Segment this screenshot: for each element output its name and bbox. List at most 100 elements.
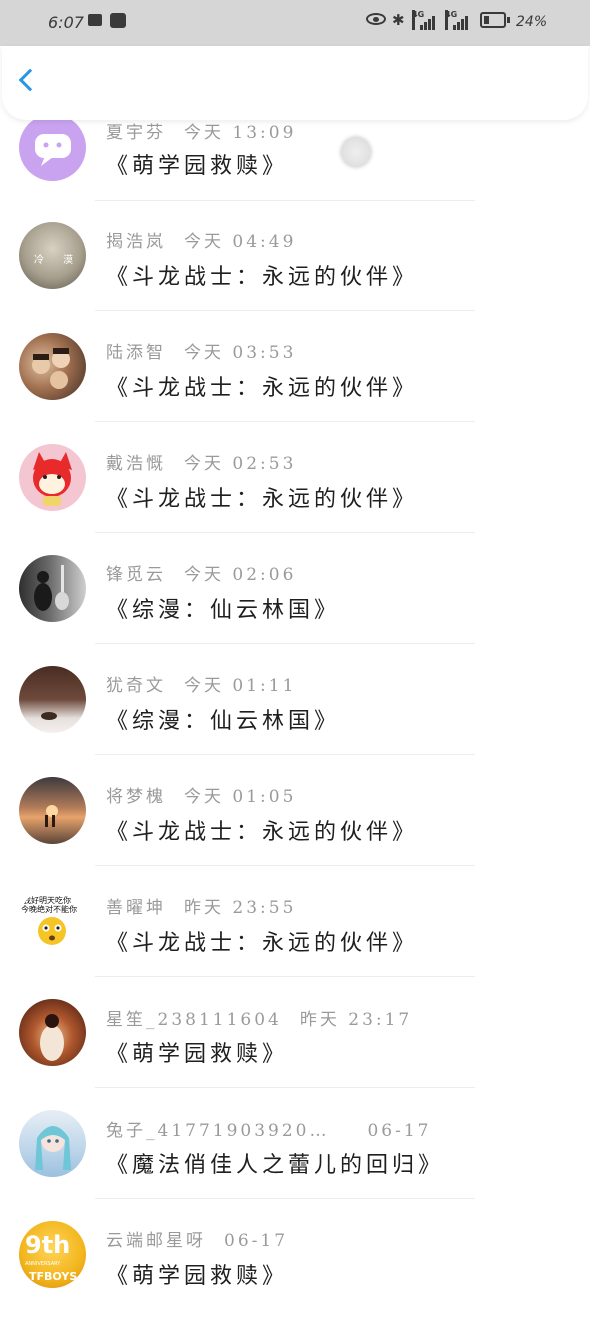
battery-percentage: 24% — [516, 14, 548, 30]
user-name[interactable]: 星笙_238111604 — [106, 1005, 282, 1030]
user-name[interactable]: 将梦槐 — [106, 782, 166, 807]
fox-cartoon-avatar — [33, 452, 72, 506]
divider — [95, 532, 475, 533]
story-title[interactable]: 《萌学园救赎》 — [106, 1258, 288, 1290]
eye-comfort-icon — [366, 13, 386, 25]
divider — [95, 310, 475, 311]
item-meta: 夏宇芬 今天 13:09 — [106, 118, 296, 143]
anime-girl-avatar — [35, 1126, 71, 1170]
avatar-caption: 冷 — [34, 255, 44, 266]
avatar-caption: TFBOYS — [29, 1270, 78, 1283]
divider — [95, 754, 475, 755]
avatar[interactable] — [19, 444, 86, 511]
story-title[interactable]: 《斗龙战士：永远的伙伴》 — [106, 925, 418, 957]
bluetooth-icon: ✱ — [392, 11, 405, 29]
user-name[interactable]: 善曜坤 — [106, 893, 166, 918]
guitar-photo — [34, 565, 69, 611]
avatar[interactable] — [19, 114, 86, 181]
timestamp: 06-17 — [367, 1121, 432, 1141]
sunset-couple-photo — [45, 805, 58, 827]
user-name[interactable]: 夏宇芬 — [106, 118, 166, 143]
list-item[interactable]: 夏宇芬 今天 13:09 《萌学园救赎》 — [0, 110, 590, 221]
signal-strength-icon: 4G — [445, 10, 469, 30]
avatar-caption: 漠 — [63, 255, 73, 266]
avatar-caption: 9th — [25, 1231, 71, 1259]
list-item[interactable]: 锋觅云 今天 02:06 《综漫：仙云林国》 — [0, 554, 590, 665]
candle-girl-photo — [40, 1014, 64, 1061]
avatar[interactable] — [19, 1110, 86, 1177]
timestamp: 今天 03:53 — [184, 343, 297, 363]
avatar[interactable]: 我好明天吃你 今晚绝对不能你 — [19, 888, 86, 955]
item-meta: 云端邮星呀 06-17 — [106, 1226, 288, 1251]
story-title[interactable]: 《萌学园救赎》 — [106, 1036, 288, 1068]
timestamp: 昨天 23:17 — [299, 1010, 413, 1030]
top-app-bar — [2, 46, 588, 120]
list-item[interactable]: 我好明天吃你 今晚绝对不能你 善曜坤 昨天 23:55 《斗龙战士：永远的伙伴》 — [0, 887, 590, 998]
floating-assistive-button[interactable] — [341, 137, 371, 167]
list-item[interactable]: 戴浩慨 今天 02:53 《斗龙战士：永远的伙伴》 — [0, 443, 590, 554]
divider — [95, 865, 475, 866]
avatar[interactable] — [19, 666, 86, 733]
message-notification-icon — [88, 14, 102, 26]
timestamp: 今天 02:06 — [184, 565, 297, 585]
status-time: 6:07 — [48, 13, 84, 32]
item-meta: 兔子_41771903920… 06-17 — [106, 1116, 432, 1141]
story-title[interactable]: 《萌学园救赎》 — [106, 148, 288, 180]
story-title[interactable]: 《综漫：仙云林国》 — [106, 592, 340, 624]
item-meta: 揭浩岚 今天 04:49 — [106, 227, 296, 252]
signal-strength-icon: 4G — [412, 10, 436, 30]
divider — [95, 976, 475, 977]
avatar[interactable] — [19, 777, 86, 844]
timestamp: 今天 01:05 — [184, 787, 297, 807]
user-name[interactable]: 锋觅云 — [106, 560, 166, 585]
item-meta: 星笙_238111604 昨天 23:17 — [106, 1005, 412, 1030]
story-title[interactable]: 《综漫：仙云林国》 — [106, 703, 340, 735]
list-item[interactable]: 陆添智 今天 03:53 《斗龙战士：永远的伙伴》 — [0, 332, 590, 443]
list-item[interactable]: 兔子_41771903920… 06-17 《魔法俏佳人之蕾儿的回归》 — [0, 1109, 590, 1220]
avatar-caption: ANNIVERSARY — [25, 1261, 61, 1267]
item-meta: 锋觅云 今天 02:06 — [106, 560, 296, 585]
list-item[interactable]: 星笙_238111604 昨天 23:17 《萌学园救赎》 — [0, 998, 590, 1109]
group-photo — [32, 348, 70, 389]
chevron-left-icon[interactable] — [18, 68, 42, 92]
timestamp: 今天 01:11 — [184, 676, 297, 696]
list-item[interactable]: 犹奇文 今天 01:11 《综漫：仙云林国》 — [0, 665, 590, 776]
story-title[interactable]: 《斗龙战士：永远的伙伴》 — [106, 259, 418, 291]
divider — [95, 421, 475, 422]
divider — [95, 1087, 475, 1088]
avatar[interactable]: 冷 漠 — [19, 222, 86, 289]
timestamp: 昨天 23:55 — [184, 898, 297, 918]
user-name[interactable]: 揭浩岚 — [106, 227, 166, 252]
network-type-label: 4G — [445, 10, 457, 30]
user-name[interactable]: 兔子_41771903920… — [106, 1116, 329, 1141]
avatar[interactable]: 9th ANNIVERSARY TFBOYS — [19, 1221, 86, 1288]
status-bar: 6:07 ✱ 4G 4G 24% — [0, 0, 590, 46]
list-item[interactable]: 将梦槐 今天 01:05 《斗龙战士：永远的伙伴》 — [0, 776, 590, 887]
item-meta: 善曜坤 昨天 23:55 — [106, 893, 296, 918]
divider — [95, 643, 475, 644]
story-title[interactable]: 《斗龙战士：永远的伙伴》 — [106, 814, 418, 846]
chat-bubble-icon — [35, 134, 71, 166]
story-title[interactable]: 《斗龙战士：永远的伙伴》 — [106, 481, 418, 513]
timestamp: 今天 02:53 — [184, 454, 297, 474]
user-name[interactable]: 陆添智 — [106, 338, 166, 363]
list-item[interactable]: 9th ANNIVERSARY TFBOYS 云端邮星呀 06-17 《萌学园救赎… — [0, 1220, 590, 1331]
network-type-label: 4G — [412, 10, 424, 30]
user-name[interactable]: 戴浩慨 — [106, 449, 166, 474]
avatar[interactable] — [19, 555, 86, 622]
divider — [95, 1198, 475, 1199]
item-meta: 犹奇文 今天 01:11 — [106, 671, 296, 696]
app-notification-icon — [110, 13, 126, 28]
story-title[interactable]: 《魔法俏佳人之蕾儿的回归》 — [106, 1147, 444, 1179]
battery-icon — [480, 12, 510, 28]
divider — [95, 200, 475, 201]
user-name[interactable]: 云端邮星呀 — [106, 1226, 206, 1251]
avatar[interactable] — [19, 333, 86, 400]
item-meta: 陆添智 今天 03:53 — [106, 338, 296, 363]
list-item[interactable]: 冷 漠 揭浩岚 今天 04:49 《斗龙战士：永远的伙伴》 — [0, 221, 590, 332]
blanket-photo — [41, 712, 57, 720]
story-title[interactable]: 《斗龙战士：永远的伙伴》 — [106, 370, 418, 402]
timestamp: 06-17 — [224, 1231, 289, 1251]
avatar[interactable] — [19, 999, 86, 1066]
user-name[interactable]: 犹奇文 — [106, 671, 166, 696]
